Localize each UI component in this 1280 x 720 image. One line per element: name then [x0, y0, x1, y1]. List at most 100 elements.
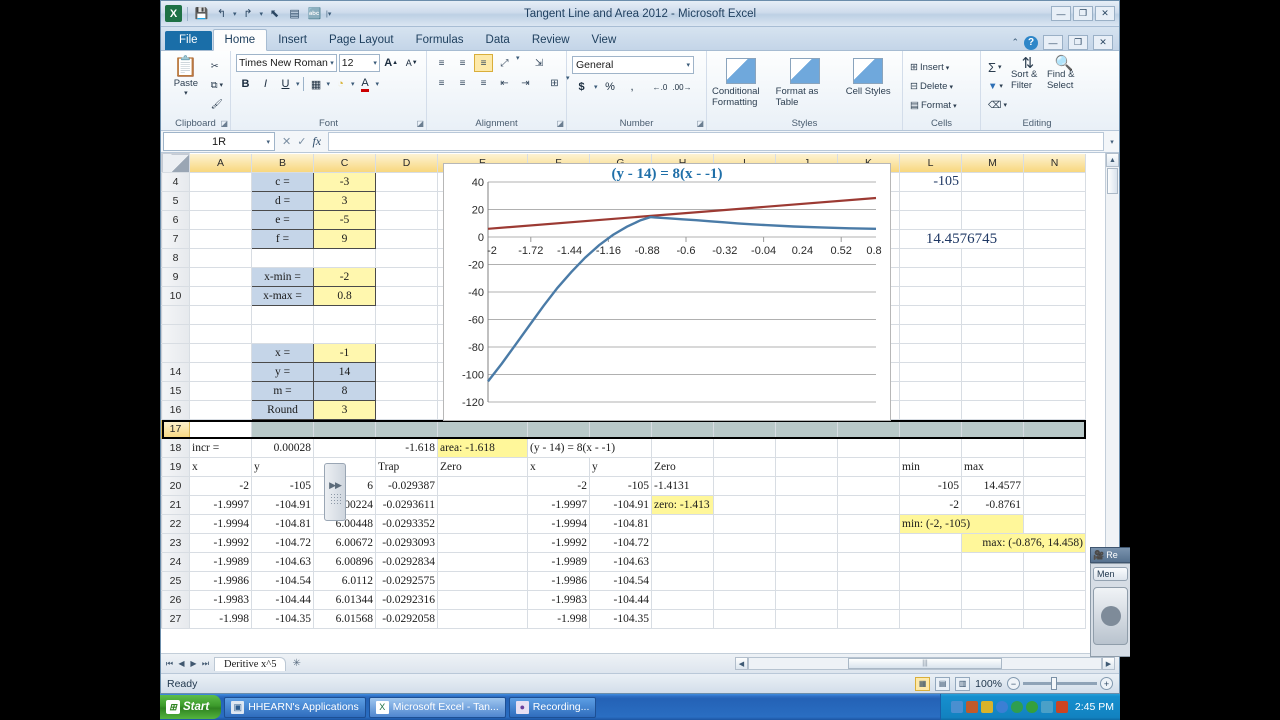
format-cells-button[interactable]: ▤ Format ▾ [908, 97, 959, 114]
cell-b6[interactable]: e = [251, 210, 314, 230]
cell-c13[interactable]: -1 [313, 343, 376, 363]
cell-n8[interactable] [1023, 248, 1086, 268]
cell-h20[interactable]: -1.4131 [651, 476, 714, 496]
bottom-align-button[interactable]: ≡ [474, 54, 493, 72]
cell-g24[interactable]: -104.63 [589, 552, 652, 572]
font-dialog-launcher-icon[interactable]: ◪ [416, 119, 424, 128]
cell-n6[interactable] [1023, 210, 1086, 230]
cell-a7[interactable] [189, 229, 252, 249]
cell-n14[interactable] [1023, 362, 1086, 382]
cell-f22[interactable]: -1.9994 [527, 514, 590, 534]
cell-i20[interactable] [713, 476, 776, 496]
cell-h19[interactable]: Zero [651, 457, 714, 477]
cell-d22[interactable]: -0.0293352 [375, 514, 438, 534]
align-right-button[interactable]: ≡ [474, 74, 493, 92]
zoom-in-button[interactable]: + [1100, 677, 1113, 690]
cell-m11[interactable] [961, 305, 1024, 325]
row-header-17[interactable]: 17 [161, 419, 190, 439]
cell-m25[interactable] [961, 571, 1024, 591]
insert-cells-button[interactable]: ⊞ Insert ▾ [908, 59, 959, 76]
underline-dropdown-icon[interactable]: ▾ [296, 80, 300, 88]
cell-b11[interactable] [251, 305, 314, 325]
cell-i21[interactable] [713, 495, 776, 515]
cell-a27[interactable]: -1.998 [189, 609, 252, 629]
cell-c17[interactable] [313, 419, 376, 439]
cell-g21[interactable]: -104.91 [589, 495, 652, 515]
save-icon[interactable]: 💾 [193, 5, 210, 22]
cell-b20[interactable]: -105 [251, 476, 314, 496]
cell-e23[interactable] [437, 533, 528, 553]
cell-b12[interactable] [251, 324, 314, 344]
cell-d16[interactable] [375, 400, 438, 420]
cell-m24[interactable] [961, 552, 1024, 572]
cell-c9[interactable]: -2 [313, 267, 376, 287]
cell-n17[interactable] [1023, 419, 1086, 439]
cell-l23[interactable] [899, 533, 962, 553]
cell-a17[interactable] [189, 419, 252, 439]
cell-c10[interactable]: 0.8 [313, 286, 376, 306]
cell-e25[interactable] [437, 571, 528, 591]
enter-formula-icon[interactable]: ✓ [297, 135, 306, 148]
cell-a20[interactable]: -2 [189, 476, 252, 496]
cell-k25[interactable] [837, 571, 900, 591]
table-row-selected[interactable]: 17 [161, 419, 1086, 439]
tray-icon-2[interactable] [965, 701, 978, 713]
tab-file[interactable]: File [165, 31, 212, 50]
cell-d5[interactable] [375, 191, 438, 211]
cell-n19[interactable] [1023, 457, 1086, 477]
cell-a19[interactable]: x [189, 457, 252, 477]
row-header-6[interactable]: 6 [161, 210, 190, 230]
column-header-b[interactable]: B [251, 153, 314, 173]
cell-h24[interactable] [651, 552, 714, 572]
cell-h22[interactable] [651, 514, 714, 534]
pointer-icon[interactable]: ⬉ [266, 5, 283, 22]
font-size-input[interactable]: 12 ▾ [338, 54, 380, 72]
cell-d12[interactable] [375, 324, 438, 344]
cell-c26[interactable]: 6.01344 [313, 590, 376, 610]
cell-k21[interactable] [837, 495, 900, 515]
formula-input[interactable] [328, 132, 1104, 151]
cell-h17[interactable] [651, 419, 714, 439]
cell-m10[interactable] [961, 286, 1024, 306]
cell-c11[interactable] [313, 305, 376, 325]
cell-m4[interactable] [961, 172, 1024, 192]
font-color-button[interactable]: A [356, 75, 375, 93]
row-header-4[interactable]: 4 [161, 172, 190, 192]
cell-n5[interactable] [1023, 191, 1086, 211]
cell-g26[interactable]: -104.44 [589, 590, 652, 610]
cell-n18[interactable] [1023, 438, 1086, 458]
cell-i22[interactable] [713, 514, 776, 534]
scroll-right-button[interactable]: ▶ [1102, 657, 1115, 670]
cell-k23[interactable] [837, 533, 900, 553]
cell-c14[interactable]: 14 [313, 362, 376, 382]
cell-b23[interactable]: -104.72 [251, 533, 314, 553]
top-align-button[interactable]: ≡ [432, 54, 451, 72]
cell-l5[interactable] [899, 191, 962, 211]
cell-g17[interactable] [589, 419, 652, 439]
tab-data[interactable]: Data [475, 30, 521, 50]
next-sheet-icon[interactable]: ▶ [188, 659, 199, 669]
cell-b10[interactable]: x-max = [251, 286, 314, 306]
cell-f21[interactable]: -1.9997 [527, 495, 590, 515]
fill-color-dropdown-icon[interactable]: ▾ [351, 80, 355, 88]
cell-n4[interactable] [1023, 172, 1086, 192]
cell-e27[interactable] [437, 609, 528, 629]
orientation-button[interactable]: ⤢ [495, 54, 514, 72]
sort-filter-button[interactable]: ⇅ Sort & Filter [1011, 56, 1045, 116]
recording-menu-button[interactable]: Men [1093, 567, 1128, 581]
cell-i26[interactable] [713, 590, 776, 610]
cell-m6[interactable] [961, 210, 1024, 230]
cell-d24[interactable]: -0.0292834 [375, 552, 438, 572]
cell-e18-area[interactable]: area: -1.618 [437, 438, 528, 458]
wrap-text-button[interactable]: ⇲ [530, 54, 549, 72]
cell-b4[interactable]: c = [251, 172, 314, 192]
cell-a25[interactable]: -1.9986 [189, 571, 252, 591]
cell-a5[interactable] [189, 191, 252, 211]
cell-a22[interactable]: -1.9994 [189, 514, 252, 534]
cell-m27[interactable] [961, 609, 1024, 629]
cancel-formula-icon[interactable]: ✕ [282, 135, 291, 148]
spelling-icon[interactable]: 🔤 [306, 5, 323, 22]
format-painter-button[interactable]: 🖌 [209, 96, 225, 113]
decrease-indent-button[interactable]: ⇤ [495, 74, 514, 92]
zoom-slider[interactable]: − + [1007, 677, 1113, 690]
